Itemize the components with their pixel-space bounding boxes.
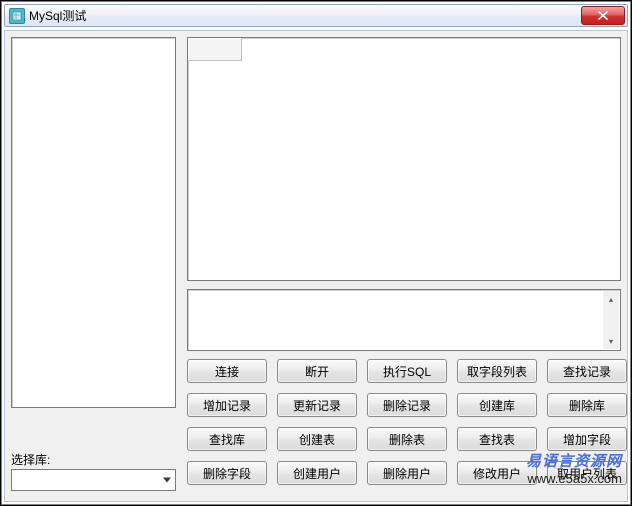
select-db-label: 选择库:: [11, 451, 50, 468]
create-table-button[interactable]: 创建表: [277, 427, 357, 451]
delete-user-button[interactable]: 删除用户: [367, 461, 447, 485]
execute-sql-button[interactable]: 执行SQL: [367, 359, 447, 383]
delete-db-button[interactable]: 删除库: [547, 393, 627, 417]
disconnect-button[interactable]: 断开: [277, 359, 357, 383]
delete-record-button[interactable]: 删除记录: [367, 393, 447, 417]
watermark-url: www.e5a5x.com: [526, 471, 622, 486]
app-window: MySql测试 选择库: ▴ ▾: [0, 0, 632, 506]
watermark: 易语言资源网 www.e5a5x.com: [526, 450, 622, 486]
client-area: 选择库: ▴ ▾ 连接 断开 执行SQL 取字段列表: [4, 30, 628, 502]
scroll-down-icon[interactable]: ▾: [603, 333, 619, 349]
delete-field-button[interactable]: 删除字段: [187, 461, 267, 485]
find-table-button[interactable]: 查找表: [457, 427, 537, 451]
connect-button[interactable]: 连接: [187, 359, 267, 383]
close-button[interactable]: [581, 6, 625, 25]
scroll-up-icon[interactable]: ▴: [603, 291, 619, 307]
close-icon: [598, 11, 608, 20]
create-user-button[interactable]: 创建用户: [277, 461, 357, 485]
find-record-button[interactable]: 查找记录: [547, 359, 627, 383]
window-title: MySql测试: [29, 8, 581, 24]
chevron-down-icon: [163, 478, 171, 483]
add-field-button[interactable]: 增加字段: [547, 427, 627, 451]
app-icon: [9, 8, 25, 24]
create-db-button[interactable]: 创建库: [457, 393, 537, 417]
output-textarea[interactable]: ▴ ▾: [187, 289, 621, 351]
get-field-list-button[interactable]: 取字段列表: [457, 359, 537, 383]
update-record-button[interactable]: 更新记录: [277, 393, 357, 417]
delete-table-button[interactable]: 删除表: [367, 427, 447, 451]
watermark-site-name: 易语言资源网: [526, 450, 622, 471]
data-grid[interactable]: [187, 37, 621, 281]
grid-header-cell-blank[interactable]: [188, 38, 242, 61]
add-record-button[interactable]: 增加记录: [187, 393, 267, 417]
title-bar: MySql测试: [4, 4, 628, 27]
output-scrollbar[interactable]: ▴ ▾: [603, 291, 619, 349]
find-db-button[interactable]: 查找库: [187, 427, 267, 451]
grid-header-row: [188, 38, 620, 61]
left-list-box[interactable]: [11, 37, 176, 408]
database-combobox[interactable]: [11, 469, 176, 491]
